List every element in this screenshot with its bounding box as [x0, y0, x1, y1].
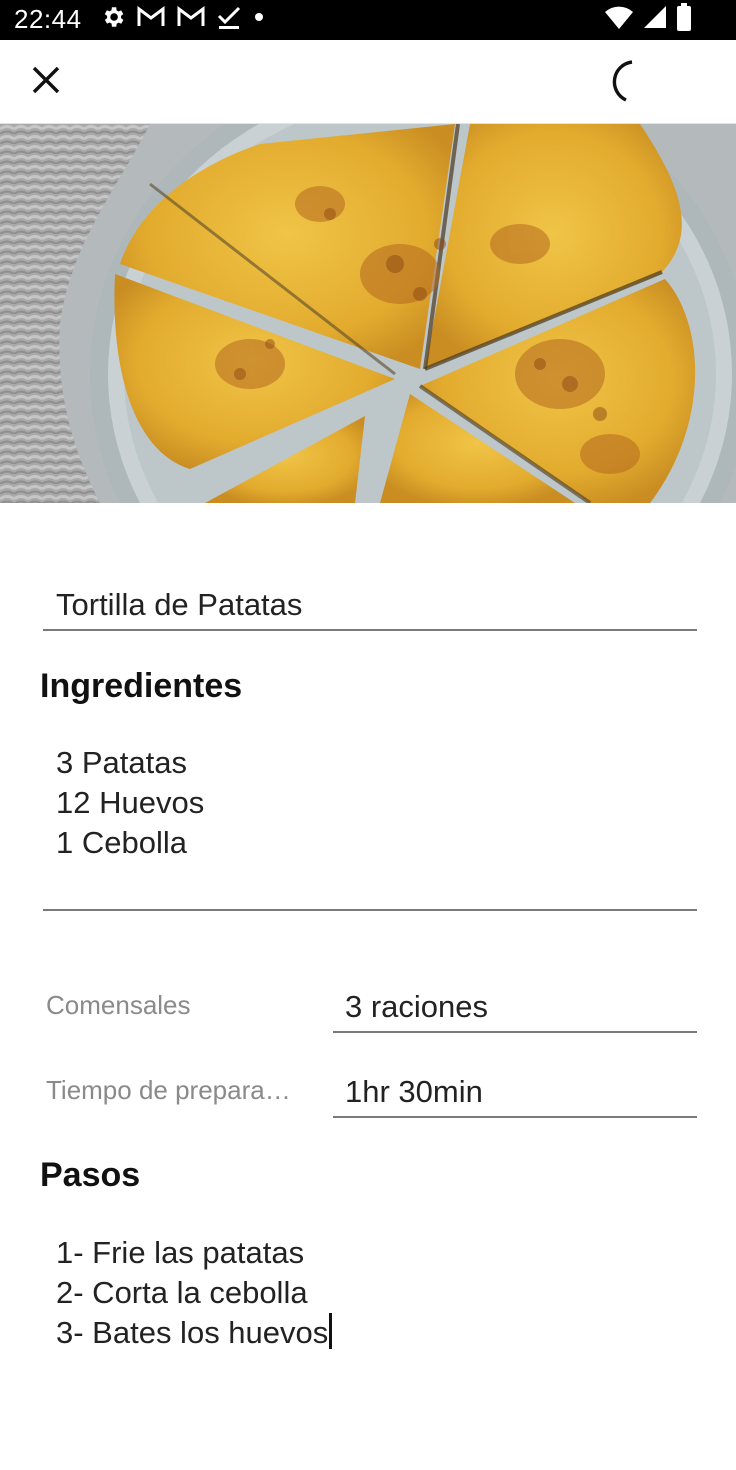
servings-field[interactable]: 3 raciones — [333, 985, 697, 1033]
ingredient-line: 12 Huevos — [56, 785, 205, 820]
prep-time-value: 1hr 30min — [345, 1074, 483, 1109]
step-line: 2- Corta la cebolla — [56, 1275, 308, 1310]
gmail-icon — [176, 5, 206, 34]
status-time: 22:44 — [14, 4, 82, 34]
ingredients-heading: Ingredientes — [40, 667, 243, 705]
gear-icon — [100, 4, 126, 35]
steps-field[interactable]: 1- Frie las patatas 2- Corta la cebolla … — [43, 1233, 697, 1353]
toolbar — [0, 40, 736, 124]
prep-time-label: Tiempo de prepara… — [46, 1075, 291, 1105]
done-check-icon — [216, 4, 242, 35]
text-cursor — [329, 1313, 333, 1349]
recipe-photo — [0, 124, 736, 503]
status-bar: 22:44 — [0, 0, 736, 40]
system-icons — [604, 2, 692, 36]
ingredient-line: 1 Cebolla — [56, 825, 187, 860]
steps-heading: Pasos — [40, 1156, 141, 1194]
signal-icon — [642, 4, 668, 35]
prep-time-field[interactable]: 1hr 30min — [333, 1070, 697, 1118]
ingredient-line: 3 Patatas — [56, 745, 187, 780]
close-button[interactable] — [22, 58, 70, 106]
servings-value: 3 raciones — [345, 989, 489, 1024]
step-text: 3- Bates los huevos — [56, 1315, 329, 1350]
step-line: 1- Frie las patatas — [56, 1235, 305, 1270]
wifi-icon — [604, 4, 634, 35]
dot-icon — [252, 10, 266, 29]
ingredients-field[interactable]: 3 Patatas 12 Huevos 1 Cebolla — [43, 743, 697, 911]
recipe-title-field[interactable]: Tortilla de Patatas — [43, 583, 697, 631]
step-line-last: 3- Bates los huevos — [43, 1313, 697, 1353]
loading-spinner-icon — [608, 58, 656, 106]
notification-icons — [100, 5, 266, 33]
recipe-title-value: Tortilla de Patatas — [56, 587, 303, 622]
battery-icon — [676, 2, 692, 36]
servings-label: Comensales — [46, 990, 191, 1020]
gmail-icon — [136, 5, 166, 34]
close-icon — [31, 65, 61, 100]
recipe-form: Tortilla de Patatas Ingredientes 3 Patat… — [0, 503, 736, 1470]
